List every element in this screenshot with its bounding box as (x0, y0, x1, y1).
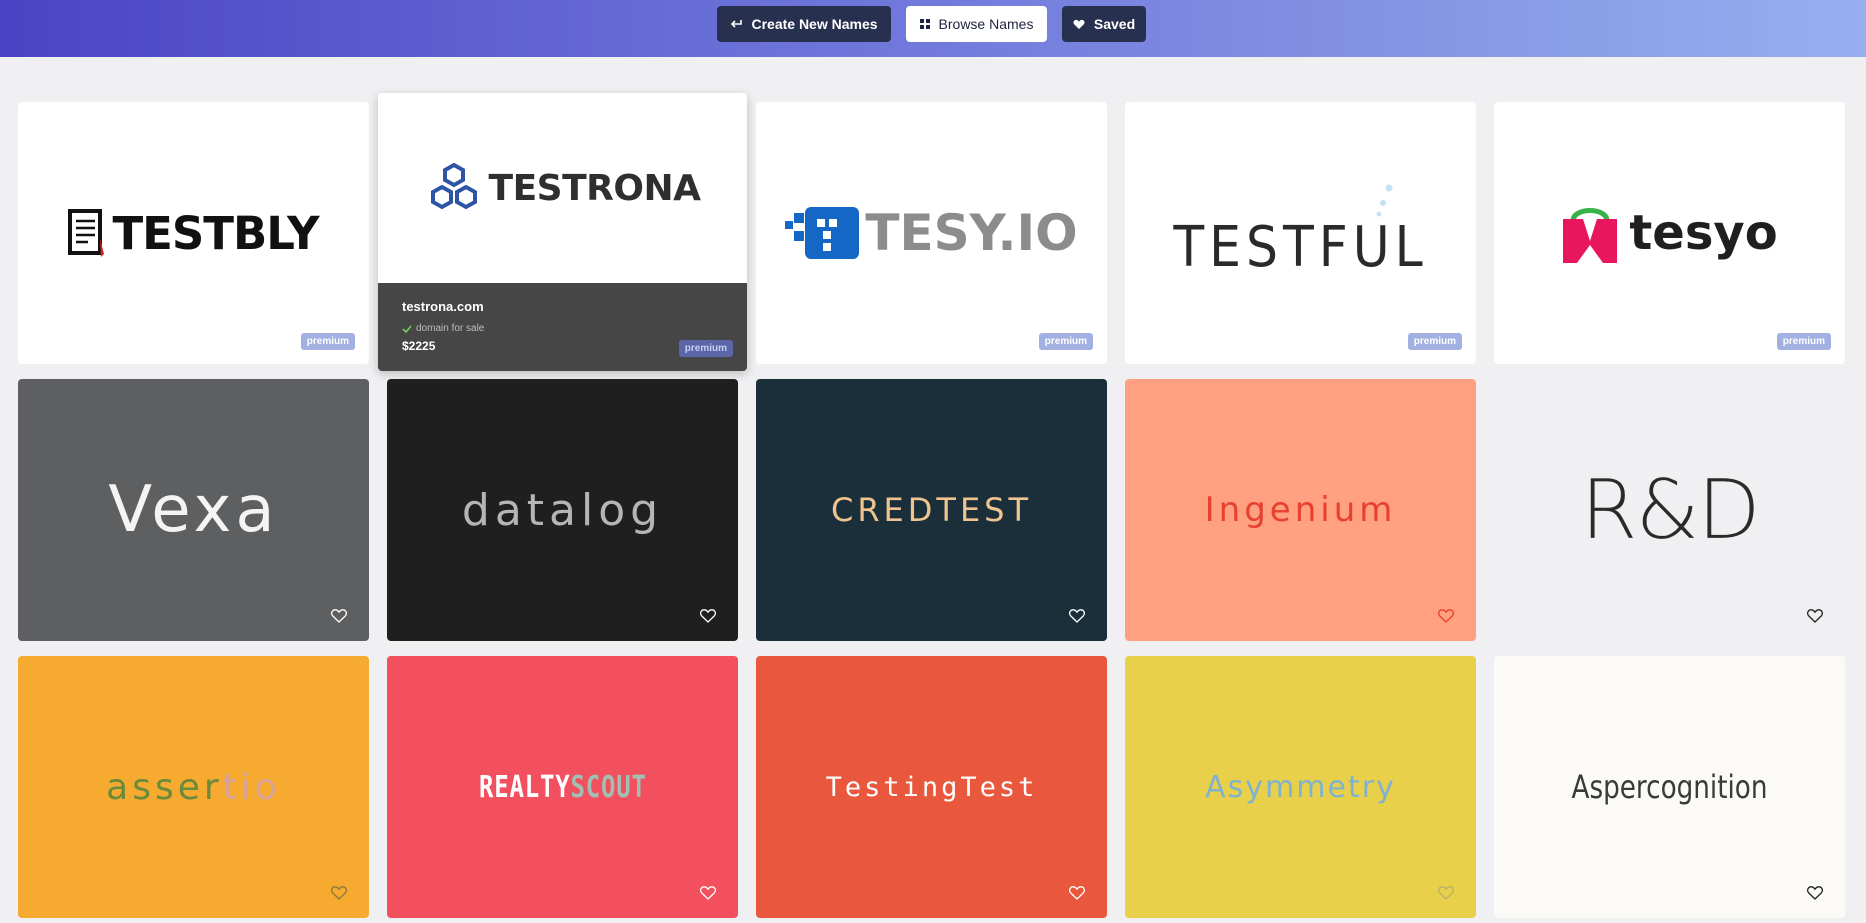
heart-icon (1073, 19, 1085, 29)
logo: Aspercognition (1494, 656, 1845, 918)
logo: Vexa (18, 379, 369, 641)
wordmark: TESY.IO (865, 204, 1078, 262)
browse-names-button[interactable]: Browse Names (906, 6, 1047, 42)
create-new-names-button[interactable]: Create New Names (717, 6, 891, 42)
heart-icon[interactable] (700, 609, 716, 623)
grid-icon (919, 19, 930, 29)
logo: tesyo (1494, 102, 1845, 364)
check-icon (402, 324, 412, 333)
heart-icon[interactable] (331, 886, 347, 900)
name-card-testful[interactable]: TESTFUL premium (1125, 102, 1476, 364)
heart-icon[interactable] (700, 886, 716, 900)
name-card-vexa[interactable]: Vexa (18, 379, 369, 641)
top-bar: Create New Names Browse Names Saved (0, 0, 1866, 57)
heart-icon[interactable] (1069, 609, 1085, 623)
heart-icon[interactable] (1438, 609, 1454, 623)
wordmark: R&D (1580, 462, 1760, 558)
wordmark-tail: tio (222, 766, 281, 808)
logo: TESTRONA (378, 93, 747, 283)
premium-badge: premium (1407, 333, 1462, 350)
heart-icon[interactable] (1807, 886, 1823, 900)
name-card-rd[interactable]: R&D (1494, 379, 1845, 641)
name-card-datalog[interactable]: datalog (387, 379, 738, 641)
heart-icon[interactable] (1069, 886, 1085, 900)
premium-badge: premium (300, 333, 355, 350)
main-nav: Create New Names Browse Names Saved (0, 6, 1866, 42)
heart-icon[interactable] (331, 609, 347, 623)
name-card-assertio[interactable]: assertio (18, 656, 369, 918)
name-card-realtyscout[interactable]: REALTYSCOUT (387, 656, 738, 918)
logo: TestingTest (756, 656, 1107, 918)
name-card-tesyo[interactable]: tesyo premium (1494, 102, 1845, 364)
bubbles-icon (1376, 184, 1393, 216)
hexagon-cluster-icon (430, 163, 477, 210)
name-card-asymmetry[interactable]: Asymmetry (1125, 656, 1476, 918)
name-card-testrona[interactable]: TESTRONA testrona.com domain for sale $2… (378, 93, 747, 371)
heart-icon[interactable] (1807, 609, 1823, 623)
name-card-testingtest[interactable]: TestingTest (756, 656, 1107, 918)
wordmark: TestingTest (825, 771, 1038, 803)
price: $2225 (402, 339, 436, 353)
name-card-credtest[interactable]: CREDTEST (756, 379, 1107, 641)
shopping-bag-icon (1563, 208, 1618, 263)
sale-status-text: domain for sale (416, 323, 485, 334)
heart-icon[interactable] (1438, 886, 1454, 900)
wordmark: Ingenium (1204, 490, 1397, 530)
domain-info-panel: testrona.com domain for sale $2225 premi… (378, 283, 747, 371)
return-arrow-icon (731, 20, 743, 28)
logo: assertio (18, 656, 369, 918)
wordmark: TESTFUL (1173, 214, 1428, 280)
wordmark: tesyo (1629, 205, 1778, 261)
wordmark: datalog (461, 484, 664, 536)
wordmark: assertio (106, 767, 281, 808)
logo: REALTYSCOUT (387, 656, 738, 918)
wordmark: Aspercognition (1571, 768, 1768, 806)
premium-badge: premium (1038, 333, 1093, 350)
logo: TESTFUL (1125, 102, 1476, 364)
logo: R&D (1494, 379, 1845, 641)
logo: Ingenium (1125, 379, 1476, 641)
name-card-testbly[interactable]: TESTBLY premium (18, 102, 369, 364)
saved-label: Saved (1093, 16, 1136, 32)
premium-badge: premium (678, 340, 733, 357)
pixel-block-icon (785, 207, 860, 259)
create-new-names-label: Create New Names (751, 16, 878, 32)
browse-names-label: Browse Names (938, 16, 1034, 32)
name-card-tesy[interactable]: TESY.IO premium (756, 102, 1107, 364)
wordmark: CREDTEST (830, 491, 1033, 529)
notepad-icon (68, 209, 105, 257)
sale-status: domain for sale (402, 323, 723, 334)
wordmark-head: REALTY (478, 769, 571, 805)
name-card-ingenium[interactable]: Ingenium (1125, 379, 1476, 641)
wordmark: Vexa (108, 473, 279, 547)
wordmark-tail: SCOUT (570, 769, 647, 805)
name-card-aspercognition[interactable]: Aspercognition (1494, 656, 1845, 918)
logo: TESY.IO (756, 102, 1107, 364)
logo: Asymmetry (1125, 656, 1476, 918)
wordmark: TESTBLY (112, 206, 319, 260)
wordmark-head: asser (106, 766, 223, 808)
premium-badge: premium (1776, 333, 1831, 350)
wordmark: Asymmetry (1205, 769, 1396, 805)
logo: CREDTEST (756, 379, 1107, 641)
logo: TESTBLY (18, 102, 369, 364)
domain-name: testrona.com (402, 299, 484, 314)
saved-button[interactable]: Saved (1062, 6, 1146, 42)
wordmark: TESTRONA (488, 167, 701, 209)
wordmark: REALTYSCOUT (479, 770, 647, 805)
logo: datalog (387, 379, 738, 641)
